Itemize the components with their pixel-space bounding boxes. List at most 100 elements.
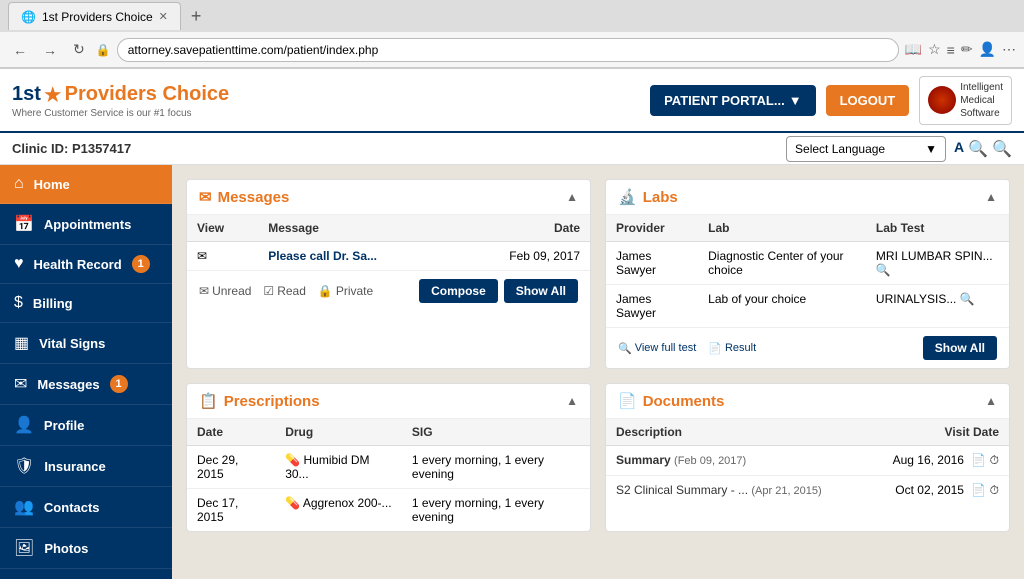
sidebar: ⌂ Home 📅 Appointments ♥ Health Record 1 … (0, 165, 172, 579)
tab-favicon: 🌐 (21, 10, 36, 24)
labs-show-all-btn[interactable]: Show All (923, 336, 997, 360)
messages-collapse-btn[interactable]: ▲ (566, 190, 578, 204)
tab-title: 1st Providers Choice (42, 10, 153, 24)
documents-collapse-btn[interactable]: ▲ (985, 394, 997, 408)
language-select[interactable]: Select Language ▼ (786, 136, 946, 162)
messages-table: View Message Date ✉ Please call Dr. Sa..… (187, 215, 590, 270)
labs-footer-left: 🔍 View full test 📄 Result (618, 342, 756, 355)
msg-row-message[interactable]: Please call Dr. Sa... (258, 242, 453, 271)
messages-card-header: ✉ Messages ▲ (187, 180, 590, 215)
address-bar[interactable] (117, 38, 899, 62)
prescriptions-collapse-btn[interactable]: ▲ (566, 394, 578, 408)
docs-row1-desc: Summary (Feb 09, 2017) (606, 446, 864, 476)
docs-row1-sub: (Feb 09, 2017) (674, 455, 746, 467)
docs-row2-clock-icon[interactable]: ⏱ (990, 483, 999, 497)
sidebar-item-messages[interactable]: ✉ Messages 1 (0, 364, 172, 405)
logo-1st: 1st (12, 83, 41, 106)
edit-icon[interactable]: ✏ (961, 41, 973, 58)
sidebar-item-insurance[interactable]: 🛡 Insurance (0, 446, 172, 487)
rx-col-sig: SIG (402, 419, 590, 446)
labs-row1-test: MRI LUMBAR SPIN... 🔍 (866, 242, 1009, 285)
logo-star-icon: ★ (43, 82, 63, 108)
read-label: ☑ Read (263, 284, 305, 298)
msg-row-date: Feb 09, 2017 (453, 242, 590, 271)
sidebar-label-billing: Billing (33, 296, 73, 311)
sidebar-item-appointments[interactable]: 📅 Appointments (0, 204, 172, 245)
logout-btn[interactable]: LOGOUT (826, 85, 910, 116)
docs-row2-file-icon[interactable]: 📄 (971, 483, 986, 497)
sidebar-item-home[interactable]: ⌂ Home (0, 165, 172, 204)
table-row: James Sawyer Lab of your choice URINALYS… (606, 285, 1009, 328)
view-full-test-link[interactable]: 🔍 View full test (618, 342, 696, 355)
labs-title-text: Labs (643, 189, 678, 206)
labs-search-icon-2[interactable]: 🔍 (960, 292, 975, 306)
rx-row1-drug: 💊 Humibid DM 30... (275, 446, 402, 489)
new-tab-btn[interactable]: + (185, 6, 208, 27)
msg-row-icon: ✉ (187, 242, 258, 271)
rx-col-drug: Drug (275, 419, 402, 446)
labs-row1-provider: James Sawyer (606, 242, 698, 285)
messages-col-date: Date (453, 215, 590, 242)
sidebar-item-health-record[interactable]: ♥ Health Record 1 ‹ (0, 245, 172, 284)
sidebar-item-photos[interactable]: 🖼 Photos (0, 528, 172, 569)
messages-col-message: Message (258, 215, 453, 242)
search-icon-1[interactable]: 🔍 (968, 139, 988, 159)
forward-btn[interactable]: → (38, 40, 62, 60)
labs-footer-right: Show All (923, 336, 997, 360)
labs-card: 🔬 Labs ▲ Provider Lab Lab Test (605, 179, 1010, 369)
labs-card-title: 🔬 Labs (618, 188, 678, 206)
photos-icon: 🖼 (14, 538, 34, 558)
patient-portal-btn[interactable]: PATIENT PORTAL... ▼ (650, 85, 815, 116)
dollar-icon: $ (14, 294, 23, 312)
sidebar-label-home: Home (34, 177, 70, 192)
tab-close-btn[interactable]: ✕ (159, 10, 168, 23)
header-right: PATIENT PORTAL... ▼ LOGOUT Intelligent M… (650, 76, 1012, 125)
labs-collapse-btn[interactable]: ▲ (985, 190, 997, 204)
docs-row1-clock-icon[interactable]: ⏱ (990, 453, 999, 467)
font-size-icon[interactable]: A (954, 139, 964, 159)
logo-block: 1st ★ Providers Choice Where Customer Se… (12, 82, 229, 119)
refresh-btn[interactable]: ↻ (68, 39, 90, 60)
compose-btn[interactable]: Compose (419, 279, 498, 303)
back-btn[interactable]: ← (8, 40, 32, 60)
lang-chevron-icon: ▼ (925, 142, 937, 156)
messages-card: ✉ Messages ▲ View Message Date (186, 179, 591, 369)
search-icon-2[interactable]: 🔍 (992, 139, 1012, 159)
patient-portal-chevron-icon: ▼ (789, 93, 802, 108)
envelope-icon: ✉ (14, 374, 27, 394)
documents-card-title: 📄 Documents (618, 392, 724, 410)
docs-row1-file-icon[interactable]: 📄 (971, 453, 986, 467)
labs-col-lab: Lab (698, 215, 866, 242)
bookmarks-icon[interactable]: 📖 (905, 41, 922, 58)
labs-card-header: 🔬 Labs ▲ (606, 180, 1009, 215)
documents-card-header: 📄 Documents ▲ (606, 384, 1009, 419)
labs-search-icon-1[interactable]: 🔍 (876, 263, 891, 277)
sidebar-item-billing[interactable]: $ Billing (0, 284, 172, 323)
clinic-bar: Clinic ID: P1357417 Select Language ▼ A … (0, 133, 1024, 165)
docs-col-visit-date: Visit Date (864, 419, 1009, 446)
sidebar-label-profile: Profile (44, 418, 84, 433)
extensions-icon[interactable]: ⋯ (1002, 41, 1016, 58)
result-link[interactable]: 📄 Result (708, 342, 756, 355)
table-row: S2 Clinical Summary - ... (Apr 21, 2015)… (606, 476, 1009, 506)
browser-tab-active[interactable]: 🌐 1st Providers Choice ✕ (8, 2, 181, 30)
logo-area: 1st ★ Providers Choice Where Customer Se… (12, 82, 229, 119)
sidebar-label-contacts: Contacts (44, 500, 100, 515)
app-wrapper: 1st ★ Providers Choice Where Customer Se… (0, 69, 1024, 579)
messages-show-all-btn[interactable]: Show All (504, 279, 578, 303)
profile-icon[interactable]: 👤 (979, 41, 996, 58)
menu-icon[interactable]: ≡ (947, 42, 955, 58)
messages-footer-right: Compose Show All (419, 279, 578, 303)
labs-card-body: Provider Lab Lab Test James Sawyer Diagn… (606, 215, 1009, 327)
sidebar-item-vital-signs[interactable]: ▦ Vital Signs (0, 323, 172, 364)
browser-chrome: 🌐 1st Providers Choice ✕ + ← → ↻ 🔒 📖 ☆ ≡… (0, 0, 1024, 69)
star-icon[interactable]: ☆ (928, 41, 941, 58)
sidebar-item-profile[interactable]: 👤 Profile (0, 405, 172, 446)
prescriptions-table: Date Drug SIG Dec 29, 2015 💊 Humibid DM … (187, 419, 590, 531)
docs-row2-desc: S2 Clinical Summary - ... (Apr 21, 2015) (606, 476, 864, 506)
ims-logo: Intelligent Medical Software (919, 76, 1012, 125)
rx-row1-sig: 1 every morning, 1 every evening (402, 446, 590, 489)
docs-col-description: Description (606, 419, 864, 446)
view-full-test-icon: 🔍 (618, 342, 632, 355)
sidebar-item-contacts[interactable]: 👥 Contacts (0, 487, 172, 528)
